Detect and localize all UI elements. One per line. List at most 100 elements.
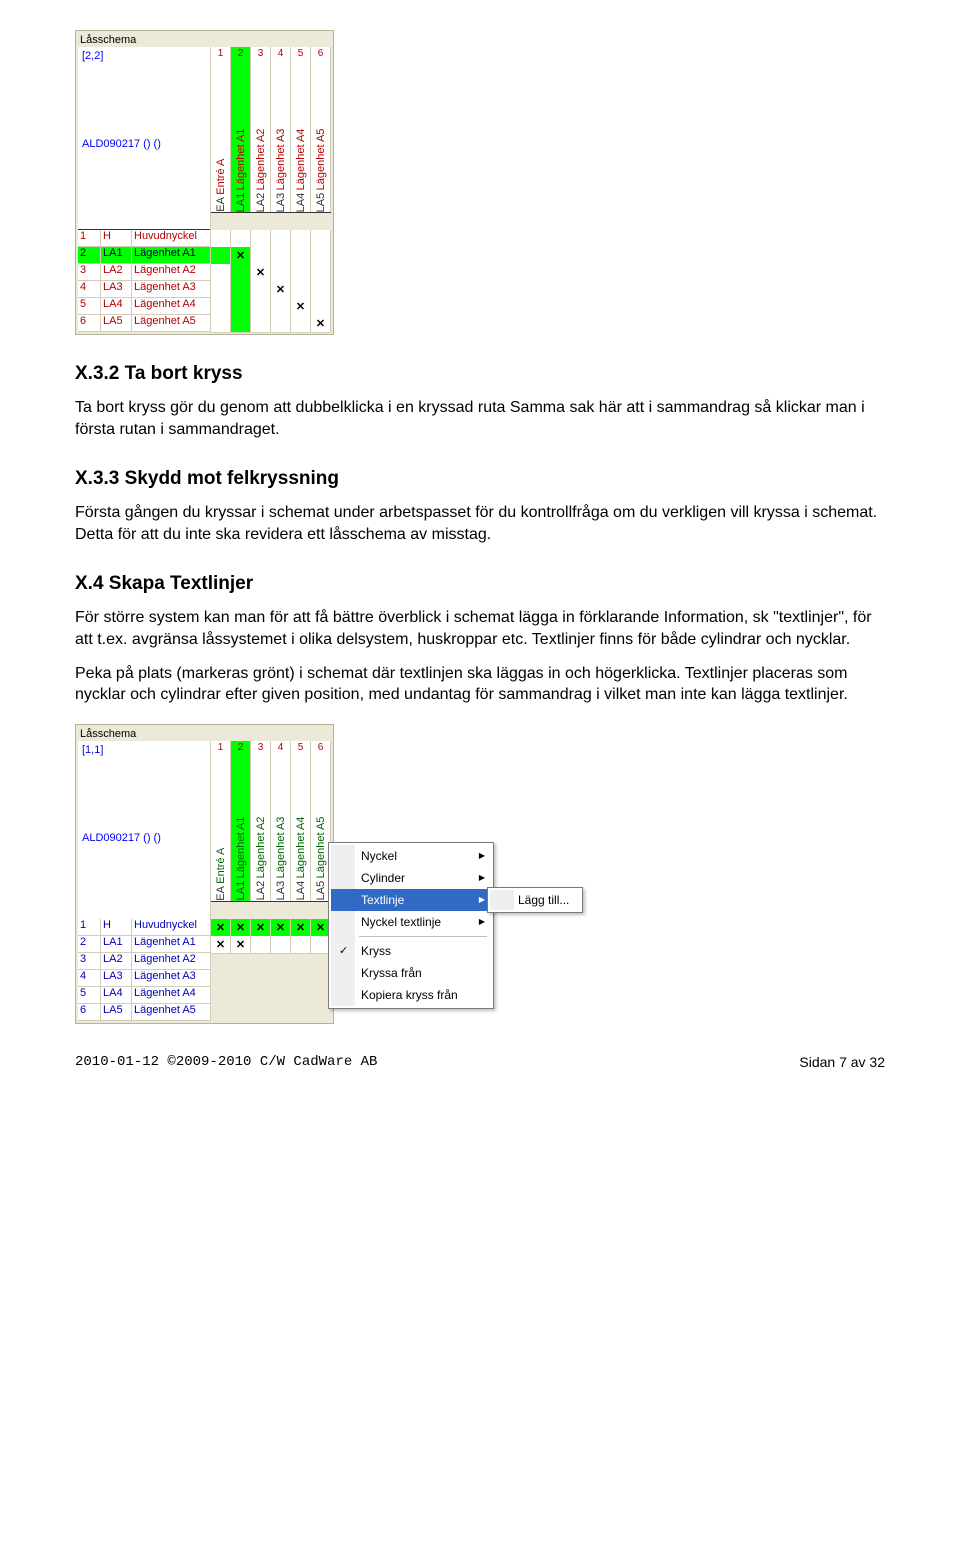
schema-column[interactable]: 5LA4Lägenhet A4: [291, 741, 311, 901]
column-long: Lägenhet A4: [295, 129, 307, 191]
schema-row[interactable]: 5LA4Lägenhet A4: [78, 987, 331, 1004]
schema-cell[interactable]: [311, 281, 331, 299]
schema-row[interactable]: 3LA2Lägenhet A2: [78, 264, 331, 281]
schema-cell[interactable]: [311, 247, 331, 265]
schema-column[interactable]: 3LA2Lägenhet A2: [251, 741, 271, 901]
row-number: 5: [78, 298, 101, 314]
menu-item[interactable]: Nyckel: [331, 845, 491, 867]
schema-cell[interactable]: [291, 298, 311, 316]
schema-column[interactable]: 2LA1Lägenhet A1: [231, 741, 251, 901]
row-number: 1: [78, 230, 101, 246]
schema-cell[interactable]: [211, 281, 231, 299]
schema-cell[interactable]: [271, 247, 291, 265]
schema-cell[interactable]: [271, 264, 291, 282]
schema-cell[interactable]: [311, 264, 331, 282]
schema-column-headers: 1EAEntré A2LA1Lägenhet A13LA2Lägenhet A2…: [211, 47, 331, 213]
schema-cell[interactable]: [231, 919, 251, 937]
schema-cell[interactable]: [231, 281, 251, 299]
schema-cell[interactable]: [251, 230, 271, 248]
schema-column[interactable]: 2LA1Lägenhet A1: [231, 47, 251, 212]
schema-column[interactable]: 3LA2Lägenhet A2: [251, 47, 271, 212]
schema-cell[interactable]: [291, 281, 311, 299]
schema-cell[interactable]: [251, 936, 271, 954]
schema-cell[interactable]: [291, 315, 311, 333]
schema-cell[interactable]: [251, 298, 271, 316]
schema-cell[interactable]: [251, 281, 271, 299]
schema-row[interactable]: 1HHuvudnyckel: [78, 919, 331, 936]
schema-cell[interactable]: [231, 298, 251, 316]
schema-column[interactable]: 4LA3Lägenhet A3: [271, 47, 291, 212]
schema-column[interactable]: 5LA4Lägenhet A4: [291, 47, 311, 212]
schema-row[interactable]: 1HHuvudnyckel: [78, 230, 331, 247]
schema-cell[interactable]: [211, 264, 231, 282]
schema-cell[interactable]: [231, 247, 251, 265]
schema-cell[interactable]: [291, 936, 311, 954]
schema-row-header: [78, 229, 210, 230]
schema-cell[interactable]: [211, 247, 231, 265]
row-number: 4: [78, 281, 101, 297]
schema-cell[interactable]: [231, 264, 251, 282]
row-name: Huvudnyckel: [132, 230, 210, 246]
menu-item[interactable]: Textlinje: [331, 889, 491, 911]
menu-item[interactable]: Nyckel textlinje: [331, 911, 491, 933]
menu-item[interactable]: Kryss: [331, 940, 491, 962]
row-side: 2LA1Lägenhet A1: [78, 936, 211, 953]
menu-item[interactable]: Cylinder: [331, 867, 491, 889]
column-long: Lägenhet A4: [295, 817, 307, 879]
row-code: H: [101, 919, 132, 935]
schema-row[interactable]: 2LA1Lägenhet A1: [78, 247, 331, 264]
schema-cell[interactable]: [231, 315, 251, 333]
context-submenu[interactable]: Lägg till...: [487, 887, 583, 913]
schema-cell[interactable]: [311, 298, 331, 316]
schema-column[interactable]: 6LA5Lägenhet A5: [311, 47, 331, 212]
schema-cell[interactable]: [211, 919, 231, 937]
schema-cell[interactable]: [211, 315, 231, 333]
schema-row[interactable]: 2LA1Lägenhet A1: [78, 936, 331, 953]
lock-schema-panel-1: Låsschema [2,2] ALD090217 () () 1EAEntré…: [75, 30, 334, 335]
schema-cell[interactable]: [271, 315, 291, 333]
body-text: Ta bort kryss gör du genom att dubbelkli…: [75, 397, 885, 440]
column-number: 1: [218, 48, 224, 59]
schema-cell[interactable]: [291, 230, 311, 248]
menu-item[interactable]: Kryssa från: [331, 962, 491, 984]
schema-cell[interactable]: [271, 936, 291, 954]
schema-row[interactable]: 4LA3Lägenhet A3: [78, 281, 331, 298]
schema-column[interactable]: 1EAEntré A: [211, 47, 231, 212]
schema-cell[interactable]: [251, 315, 271, 333]
schema-row[interactable]: 6LA5Lägenhet A5: [78, 315, 331, 332]
column-long: Lägenhet A5: [315, 129, 327, 191]
schema-cell[interactable]: [271, 919, 291, 937]
schema-cell[interactable]: [211, 230, 231, 248]
schema-row[interactable]: 4LA3Lägenhet A3: [78, 970, 331, 987]
schema-cell[interactable]: [271, 230, 291, 248]
row-name: Lägenhet A4: [132, 298, 210, 314]
row-number: 1: [78, 919, 101, 935]
schema-cell[interactable]: [251, 919, 271, 937]
schema-cell[interactable]: [211, 298, 231, 316]
schema-cell[interactable]: [211, 936, 231, 954]
schema-cell[interactable]: [311, 230, 331, 248]
schema-row[interactable]: 6LA5Lägenhet A5: [78, 1004, 331, 1021]
row-code: LA3: [101, 281, 132, 297]
menu-item[interactable]: Kopiera kryss från: [331, 984, 491, 1006]
schema-row[interactable]: 3LA2Lägenhet A2: [78, 953, 331, 970]
schema-cell[interactable]: [291, 247, 311, 265]
schema-cell[interactable]: [271, 281, 291, 299]
row-code: LA5: [101, 1004, 132, 1020]
schema-cell[interactable]: [271, 298, 291, 316]
context-menu[interactable]: NyckelCylinderTextlinjeNyckel textlinje …: [328, 842, 494, 1009]
schema-column[interactable]: 1EAEntré A: [211, 741, 231, 901]
column-long: Lägenhet A1: [235, 817, 247, 879]
schema-cell[interactable]: [251, 264, 271, 282]
schema-column[interactable]: 4LA3Lägenhet A3: [271, 741, 291, 901]
schema-cell[interactable]: [291, 919, 311, 937]
row-side: 1HHuvudnyckel: [78, 919, 211, 936]
schema-cell[interactable]: [231, 936, 251, 954]
schema-cell[interactable]: [311, 315, 331, 333]
submenu-item-add[interactable]: Lägg till...: [490, 890, 580, 910]
schema-row[interactable]: 5LA4Lägenhet A4: [78, 298, 331, 315]
column-number: 1: [218, 742, 224, 753]
schema-cell[interactable]: [231, 230, 251, 248]
schema-cell[interactable]: [291, 264, 311, 282]
schema-cell[interactable]: [251, 247, 271, 265]
